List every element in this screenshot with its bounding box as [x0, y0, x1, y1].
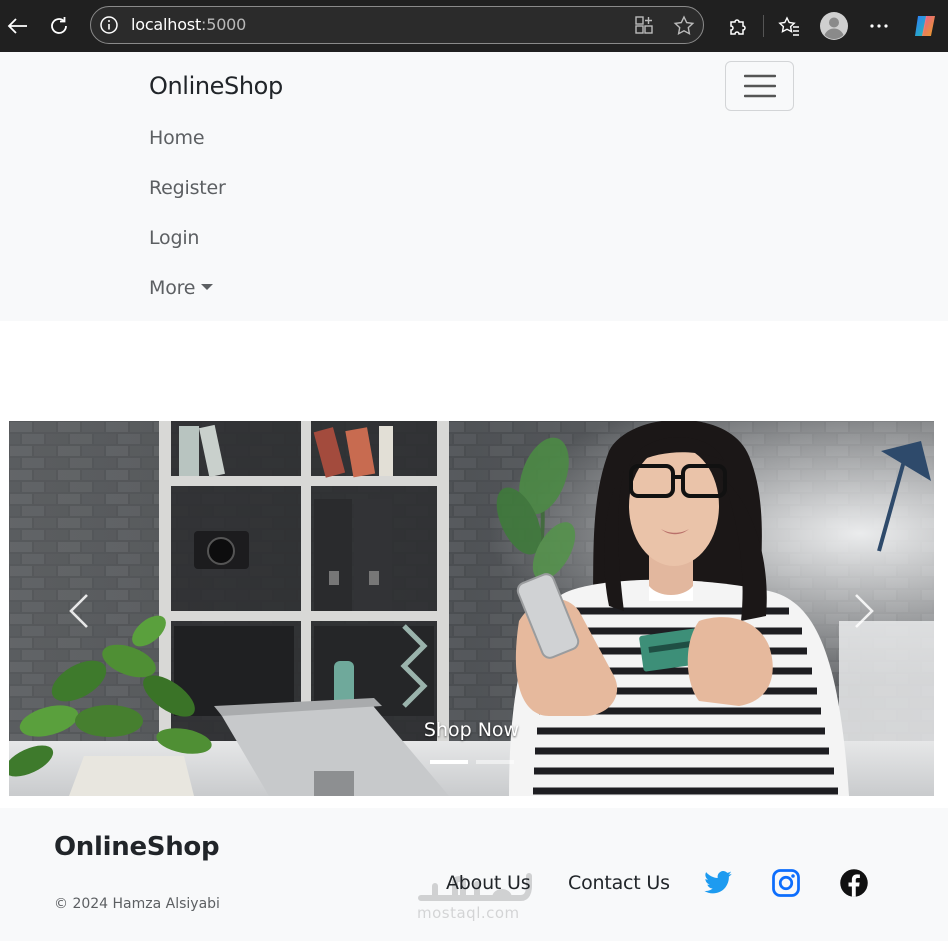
refresh-button[interactable] — [41, 8, 77, 44]
instagram-icon — [772, 869, 800, 897]
copilot-button[interactable] — [908, 8, 944, 44]
facebook-link[interactable] — [839, 868, 869, 898]
carousel-caption: Shop Now — [423, 719, 520, 741]
navbar-toggler-button[interactable] — [725, 61, 794, 111]
toolbar-divider — [763, 15, 764, 37]
site-navbar: OnlineShop Home Register Login More — [0, 52, 948, 321]
extensions-button[interactable] — [720, 8, 756, 44]
footer-brand: OnlineShop — [54, 832, 220, 862]
nav-menu: Home Register Login More — [149, 126, 226, 326]
profile-button[interactable] — [816, 8, 852, 44]
carousel-indicators — [430, 760, 514, 764]
navbar-brand[interactable]: OnlineShop — [149, 72, 283, 100]
favorite-star-icon[interactable] — [673, 15, 695, 37]
site-footer: OnlineShop © 2024 Hamza Alsiyabi mostaql… — [0, 808, 948, 941]
profile-avatar-icon — [820, 12, 848, 40]
browser-toolbar: localhost:5000 — [0, 0, 948, 52]
hamburger-icon — [743, 74, 776, 98]
facebook-icon — [840, 869, 868, 897]
address-bar[interactable]: localhost:5000 — [90, 6, 704, 44]
more-menu-button[interactable] — [861, 8, 897, 44]
favorites-icon — [778, 16, 799, 36]
footer-copyright: © 2024 Hamza Alsiyabi — [54, 896, 220, 912]
copilot-icon — [915, 16, 935, 36]
twitter-link[interactable] — [703, 868, 733, 898]
url-text: localhost:5000 — [131, 15, 247, 34]
footer-link-about-us[interactable]: About Us — [446, 872, 531, 894]
carousel-prev-button[interactable] — [59, 591, 99, 631]
refresh-icon — [51, 17, 67, 34]
nav-dropdown-more[interactable]: More — [149, 276, 226, 326]
hero-carousel: Shop Now — [9, 421, 934, 796]
instagram-link[interactable] — [771, 868, 801, 898]
site-info-icon[interactable] — [99, 15, 119, 35]
back-icon — [7, 18, 27, 34]
carousel-indicator-1[interactable] — [430, 760, 468, 764]
carousel-indicator-2[interactable] — [476, 760, 514, 764]
nav-link-register[interactable]: Register — [149, 176, 226, 226]
chevron-right-icon — [855, 594, 874, 628]
caret-down-icon — [201, 284, 214, 290]
nav-link-home[interactable]: Home — [149, 126, 226, 176]
nav-link-login[interactable]: Login — [149, 226, 226, 276]
watermark-text: mostaql.com — [417, 904, 520, 922]
carousel-next-button[interactable] — [844, 591, 884, 631]
app-grid-icon[interactable] — [634, 15, 654, 35]
more-icon — [870, 24, 888, 28]
chevron-left-icon — [69, 594, 88, 628]
extensions-icon — [730, 19, 746, 35]
twitter-icon — [704, 871, 732, 894]
nav-dropdown-more-label: More — [149, 277, 196, 299]
favorites-button[interactable] — [771, 8, 807, 44]
back-button[interactable] — [0, 8, 36, 44]
footer-link-contact-us[interactable]: Contact Us — [568, 872, 670, 894]
